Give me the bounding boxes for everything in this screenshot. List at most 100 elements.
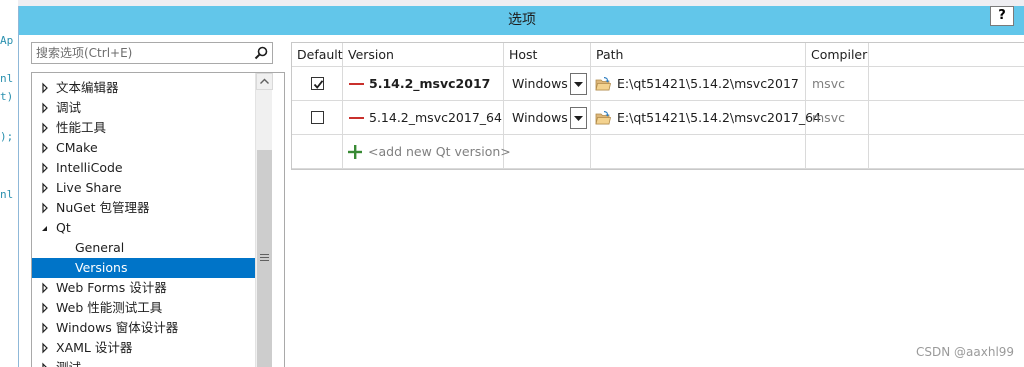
default-cell	[292, 67, 343, 101]
scroll-up-button[interactable]	[256, 73, 273, 90]
host-dropdown-button[interactable]	[570, 107, 587, 129]
tree-item[interactable]: Web 性能测试工具	[32, 298, 255, 318]
tree-item-label: IntelliCode	[56, 160, 123, 175]
path-value: E:\qt51421\5.14.2\msvc2017	[617, 76, 799, 91]
host-value: Windows	[512, 110, 568, 125]
search-icon[interactable]	[254, 46, 268, 60]
search-input[interactable]	[36, 45, 246, 61]
collapsed-arrow-icon[interactable]	[40, 118, 50, 138]
grip-icon	[260, 254, 269, 261]
path-cell	[591, 135, 806, 169]
host-cell	[504, 135, 591, 169]
collapsed-arrow-icon[interactable]	[40, 78, 50, 98]
default-cell	[292, 135, 343, 169]
column-header-default[interactable]: Default	[292, 43, 343, 67]
compiler-cell: msvc	[806, 67, 869, 101]
path-cell[interactable]: E:\qt51421\5.14.2\msvc2017	[591, 67, 806, 101]
folder-icon[interactable]	[595, 76, 611, 92]
collapsed-arrow-icon[interactable]	[40, 198, 50, 218]
path-cell[interactable]: E:\qt51421\5.14.2\msvc2017_64	[591, 101, 821, 135]
tree-item[interactable]: Web Forms 设计器	[32, 278, 255, 298]
qt-version-row[interactable]: 5.14.2_msvc2017 Windows E:\qt51421\5.14.2\…	[292, 67, 1024, 101]
collapsed-arrow-icon[interactable]	[40, 158, 50, 178]
path-value: E:\qt51421\5.14.2\msvc2017_64	[617, 110, 822, 125]
tree-item[interactable]: 调试	[32, 98, 255, 118]
chevron-up-icon	[260, 78, 269, 84]
version-cell[interactable]: 5.14.2_msvc2017_64	[343, 101, 504, 135]
host-dropdown-button[interactable]	[570, 73, 587, 95]
minus-icon[interactable]	[349, 83, 364, 85]
compiler-value: msvc	[812, 110, 845, 125]
options-dialog: 选项 ? 文本编辑器调试性能工具 CMake IntelliCode Live Sha…	[18, 6, 1024, 367]
checkmark-icon	[313, 80, 324, 89]
collapsed-arrow-icon[interactable]	[40, 298, 50, 318]
tree-item[interactable]: IntelliCode	[32, 158, 255, 178]
chevron-down-icon	[574, 82, 583, 87]
minus-icon[interactable]	[349, 117, 364, 119]
compiler-cell	[806, 135, 869, 169]
column-header-version[interactable]: Version	[343, 43, 504, 67]
tree-item-label: Versions	[75, 260, 128, 275]
tree-item[interactable]: Qt	[32, 218, 255, 238]
version-name: 5.14.2_msvc2017	[369, 76, 491, 91]
chevron-down-icon	[574, 116, 583, 121]
tree-item-label: Web Forms 设计器	[56, 280, 167, 295]
host-cell[interactable]: Windows	[504, 101, 591, 135]
column-header-compiler[interactable]: Compiler	[806, 43, 869, 67]
tree-item-label: CMake	[56, 140, 98, 155]
tree-item-label: Live Share	[56, 180, 122, 195]
collapsed-arrow-icon[interactable]	[40, 358, 50, 367]
tree-item[interactable]: 文本编辑器	[32, 78, 255, 98]
code-fragment: nl	[0, 188, 14, 201]
tree-item-label: General	[75, 240, 125, 255]
scroll-thumb[interactable]	[257, 150, 272, 367]
add-version-row: <add new Qt version>	[292, 135, 1024, 169]
tree-item[interactable]: General	[32, 238, 255, 258]
tree-item[interactable]: Windows 窗体设计器	[32, 318, 255, 338]
tree-item[interactable]: CMake	[32, 138, 255, 158]
search-box[interactable]	[31, 42, 273, 64]
tree-item[interactable]: Live Share	[32, 178, 255, 198]
collapsed-arrow-icon[interactable]	[40, 338, 50, 358]
plus-icon[interactable]	[348, 145, 362, 159]
tree-item-label: 文本编辑器	[56, 80, 119, 95]
host-value: Windows	[512, 76, 568, 91]
collapsed-arrow-icon[interactable]	[40, 98, 50, 118]
tree-item-label: Web 性能测试工具	[56, 300, 163, 315]
dialog-title: 选项	[508, 12, 536, 28]
tree-item-label: Windows 窗体设计器	[56, 320, 179, 335]
tree-item-label: Qt	[56, 220, 71, 235]
tree-item[interactable]: 测试	[32, 358, 255, 367]
tree-item-label: NuGet 包管理器	[56, 200, 150, 215]
compiler-value: msvc	[812, 76, 845, 91]
add-version-cell[interactable]: <add new Qt version>	[343, 135, 511, 169]
tree-item-label: 调试	[56, 100, 82, 115]
options-tree: 文本编辑器调试性能工具 CMake IntelliCode Live Share NuG…	[31, 72, 285, 367]
column-header-host[interactable]: Host	[504, 43, 591, 67]
qt-version-row[interactable]: 5.14.2_msvc2017_64 Windows E:\qt51421\5.14…	[292, 101, 1024, 135]
collapsed-arrow-icon[interactable]	[40, 318, 50, 338]
expanded-arrow-icon[interactable]	[40, 218, 50, 238]
tree-item-label: 测试	[56, 358, 81, 367]
default-checkbox[interactable]	[311, 111, 324, 124]
code-fragment: t)	[0, 90, 14, 103]
tree-item[interactable]: 性能工具	[32, 118, 255, 138]
background-code-editor: Ap nl t) ); nl	[0, 0, 18, 367]
code-fragment: Ap	[0, 34, 14, 47]
tree-item[interactable]: Versions	[32, 258, 255, 278]
collapsed-arrow-icon[interactable]	[40, 178, 50, 198]
tree-scrollbar[interactable]	[255, 73, 273, 367]
tree-item[interactable]: XAML 设计器	[32, 338, 255, 358]
add-version-link[interactable]: <add new Qt version>	[368, 135, 511, 169]
tree-item[interactable]: NuGet 包管理器	[32, 198, 255, 218]
help-button[interactable]: ?	[990, 6, 1014, 26]
code-fragment: );	[0, 130, 14, 143]
version-cell[interactable]: 5.14.2_msvc2017	[343, 67, 504, 101]
host-cell[interactable]: Windows	[504, 67, 591, 101]
collapsed-arrow-icon[interactable]	[40, 138, 50, 158]
collapsed-arrow-icon[interactable]	[40, 278, 50, 298]
column-header-path[interactable]: Path	[591, 43, 806, 67]
title-bar[interactable]: 选项 ?	[19, 6, 1024, 35]
folder-icon[interactable]	[595, 110, 611, 126]
default-checkbox[interactable]	[311, 77, 324, 90]
